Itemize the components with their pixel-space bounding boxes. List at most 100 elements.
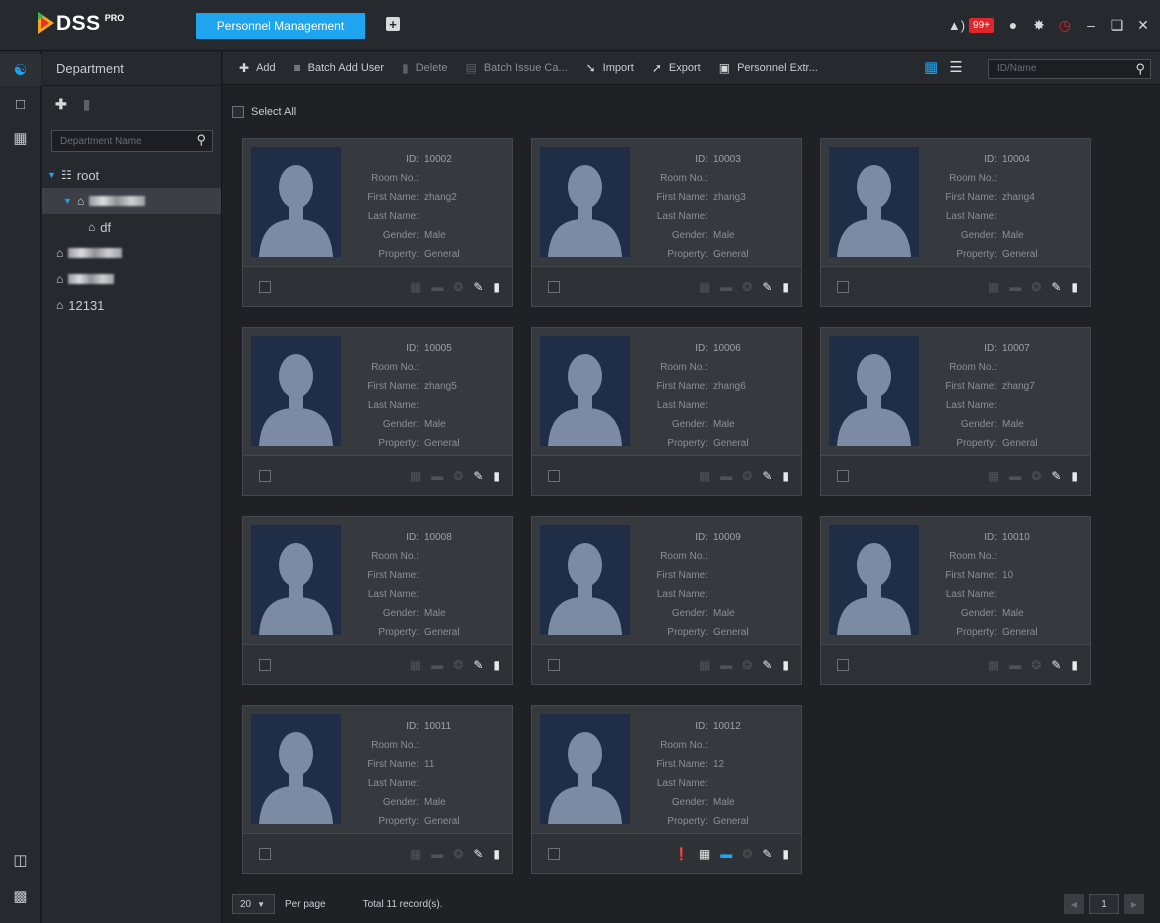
fingerprint-icon[interactable]: ❂ [742,280,752,294]
user-icon[interactable]: ● [1006,17,1020,33]
person-card[interactable]: ID: 10004 Room No.: First Name: zhang4 Las… [820,138,1091,307]
card-icon[interactable]: ▬ [720,469,732,483]
card-icon[interactable]: ▬ [720,658,732,672]
card-icon[interactable]: ▬ [431,280,443,294]
qr-code-icon[interactable]: ▦ [699,847,710,861]
prev-page-icon[interactable]: ◀ [1064,894,1084,914]
edit-icon[interactable]: ✎ [762,658,772,672]
id-name-search-input[interactable] [997,63,1117,74]
tree-node-12131[interactable]: ⌂ 12131 [42,292,221,318]
card-checkbox[interactable] [548,281,560,293]
card-checkbox[interactable] [259,281,271,293]
trash-icon[interactable]: ▮ [782,469,789,483]
close-icon[interactable]: ✕ [1136,17,1150,34]
card-checkbox[interactable] [837,470,849,482]
person-card[interactable]: ID: 10010 Room No.: First Name: 10 Last Na… [820,516,1091,685]
expand-icon[interactable]: ▼ [63,196,73,206]
edit-icon[interactable]: ✎ [762,469,772,483]
trash-icon[interactable]: ▮ [493,847,500,861]
select-all[interactable]: Select All [232,106,296,118]
add-button[interactable]: ✚ Add [239,61,276,75]
tree-node-root[interactable]: ▼ ☷ root [42,162,221,188]
card-icon[interactable]: ▬ [1009,469,1021,483]
edit-icon[interactable]: ✎ [1051,658,1061,672]
device-search-nav-icon[interactable]: ◫ [0,844,41,876]
trash-icon[interactable]: ▮ [782,847,789,861]
alarm-badge[interactable]: 99+ [969,17,994,33]
edit-icon[interactable]: ✎ [473,847,483,861]
tree-node-selected[interactable]: ▼ ⌂ [42,188,221,214]
trash-icon[interactable]: ▮ [1071,280,1078,294]
fingerprint-icon[interactable]: ❂ [1031,469,1041,483]
card-icon[interactable]: ▬ [431,847,443,861]
card-icon[interactable]: ▬ [720,847,732,861]
qr-code-icon[interactable]: ▦ [410,469,421,483]
person-card[interactable]: ID: 10012 Room No.: First Name: 12 Last Na… [531,705,802,874]
person-card[interactable]: ID: 10008 Room No.: First Name: Last Name… [242,516,513,685]
page-input[interactable]: 1 [1089,894,1119,914]
delete-button[interactable]: ▮ Delete [402,61,447,75]
person-card[interactable]: ID: 10011 Room No.: First Name: 11 Last Na… [242,705,513,874]
edit-icon[interactable]: ✎ [473,658,483,672]
fingerprint-icon[interactable]: ❂ [453,658,463,672]
card-checkbox[interactable] [259,470,271,482]
edit-icon[interactable]: ✎ [473,280,483,294]
personnel-nav-icon[interactable]: ☯ [0,54,41,86]
department-search-input[interactable] [60,135,180,147]
card-checkbox[interactable] [548,848,560,860]
gear-icon[interactable]: ✸ [1032,17,1046,34]
card-icon[interactable]: ▬ [431,469,443,483]
person-card[interactable]: ID: 10007 Room No.: First Name: zhang7 Las… [820,327,1091,496]
fingerprint-icon[interactable]: ❂ [1031,280,1041,294]
person-card[interactable]: ID: 10009 Room No.: First Name: Last Name… [531,516,802,685]
card-checkbox[interactable] [259,659,271,671]
search-icon[interactable]: ⚲ [1135,61,1145,77]
qr-code-icon[interactable]: ▦ [410,280,421,294]
person-card[interactable]: ID: 10005 Room No.: First Name: zhang5 Las… [242,327,513,496]
volume-icon[interactable]: ▲) [948,18,965,33]
grid-view-icon[interactable]: ▦ [924,60,938,76]
person-card[interactable]: ID: 10003 Room No.: First Name: zhang3 Las… [531,138,802,307]
trash-icon[interactable]: ▮ [782,280,789,294]
trash-icon[interactable]: ▮ [493,280,500,294]
person-card[interactable]: ID: 10006 Room No.: First Name: zhang6 Las… [531,327,802,496]
fingerprint-icon[interactable]: ❂ [742,658,752,672]
card-checkbox[interactable] [837,281,849,293]
card-checkbox[interactable] [259,848,271,860]
add-tab-icon[interactable]: + [386,17,400,31]
personnel-extract-button[interactable]: ▣ Personnel Extr... [719,61,818,75]
trash-icon[interactable]: ▮ [782,658,789,672]
edit-icon[interactable]: ✎ [762,847,772,861]
qr-code-icon[interactable]: ▦ [699,658,710,672]
edit-icon[interactable]: ✎ [1051,469,1061,483]
add-department-icon[interactable]: ✚ [55,96,67,113]
minimize-icon[interactable]: – [1084,17,1098,33]
fingerprint-icon[interactable]: ❂ [1031,658,1041,672]
access-card-nav-icon[interactable]: □ [0,88,41,120]
fingerprint-icon[interactable]: ❂ [453,469,463,483]
fingerprint-icon[interactable]: ❂ [742,847,752,861]
card-icon[interactable]: ▬ [1009,280,1021,294]
restore-icon[interactable]: ❏ [1110,17,1124,34]
export-button[interactable]: ➚ Export [652,61,701,75]
card-checkbox[interactable] [837,659,849,671]
next-page-icon[interactable]: ▶ [1124,894,1144,914]
tree-node-redacted-2[interactable]: ⌂ [42,266,221,292]
qr-code-icon[interactable]: ▦ [988,469,999,483]
edit-icon[interactable]: ✎ [473,469,483,483]
card-icon[interactable]: ▬ [431,658,443,672]
select-all-checkbox[interactable] [232,106,244,118]
fingerprint-icon[interactable]: ❂ [453,280,463,294]
card-icon[interactable]: ▬ [1009,658,1021,672]
card-icon[interactable]: ▬ [720,280,732,294]
import-button[interactable]: ➘ Import [586,61,634,75]
person-card[interactable]: ID: 10002 Room No.: First Name: zhang2 Las… [242,138,513,307]
search-icon[interactable]: ⚲ [196,132,206,148]
list-view-icon[interactable]: ☰ [949,60,962,76]
per-page-select[interactable]: 20 ▼ [232,894,275,914]
edit-icon[interactable]: ✎ [762,280,772,294]
qr-code-icon[interactable]: ▦ [410,847,421,861]
trash-icon[interactable]: ▮ [1071,469,1078,483]
fingerprint-icon[interactable]: ❂ [742,469,752,483]
trash-icon[interactable]: ▮ [1071,658,1078,672]
